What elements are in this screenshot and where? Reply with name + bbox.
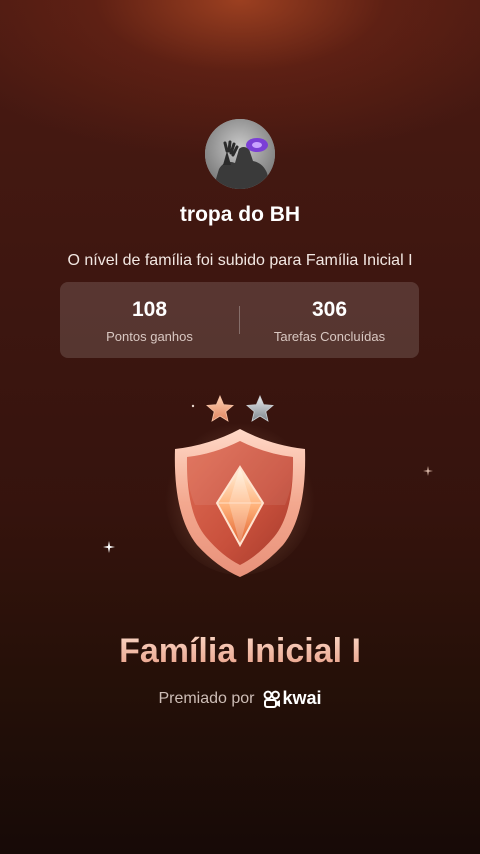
kwai-logo: kwai	[263, 688, 322, 709]
stat-points: 108 Pontos ganhos	[60, 297, 239, 344]
kwai-wordmark: kwai	[282, 688, 322, 708]
kwai-logo-icon	[263, 690, 280, 708]
awarded-by: Premiado por kwai	[0, 688, 480, 709]
stat-tasks-value: 306	[311, 297, 348, 321]
medal-title: Família Inicial I	[0, 632, 480, 671]
stat-points-label: Pontos ganhos	[106, 328, 193, 344]
level-up-message: O nível de família foi subido para Famíl…	[67, 252, 413, 269]
profile-avatar[interactable]	[205, 119, 275, 189]
family-level-badge-icon	[165, 415, 315, 577]
stats-panel: 108 Pontos ganhos 306 Tarefas Concluídas	[60, 282, 419, 358]
stat-tasks-label: Tarefas Concluídas	[273, 328, 386, 344]
stat-tasks: 306 Tarefas Concluídas	[240, 297, 419, 344]
awarded-by-label: Premiado por	[158, 689, 255, 707]
stat-points-value: 108	[131, 297, 168, 321]
sparkle-icon	[103, 541, 115, 553]
username: tropa do BH	[179, 203, 301, 226]
avatar-image	[205, 119, 275, 189]
sparkle-icon	[423, 466, 433, 476]
